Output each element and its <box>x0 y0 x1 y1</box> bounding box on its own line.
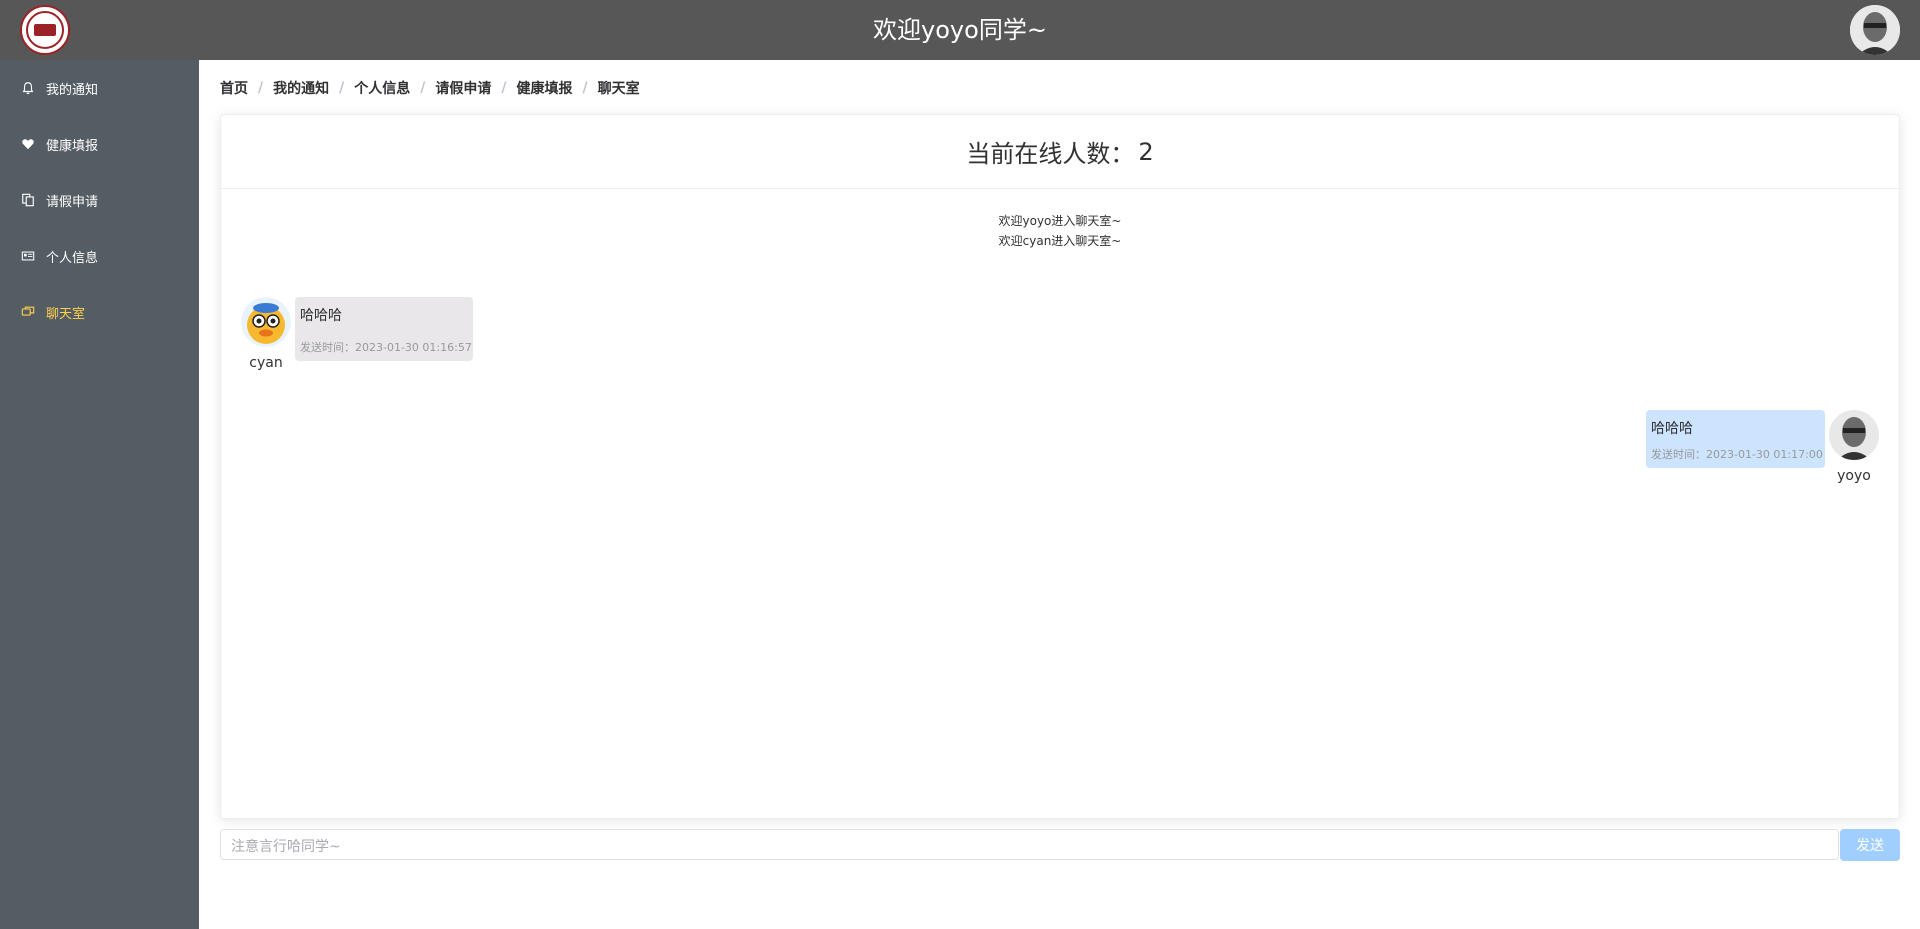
sidebar-item-label: 健康填报 <box>46 138 99 154</box>
breadcrumb-separator: / <box>582 80 588 96</box>
heart-icon <box>20 136 36 152</box>
breadcrumb-item-chatroom: 聊天室 <box>597 81 640 97</box>
message-list[interactable]: 欢迎yoyo进入聊天室~ 欢迎cyan进入聊天室~ cyan 哈哈哈 发送时间：… <box>221 189 1899 819</box>
breadcrumb-item-notifications[interactable]: 我的通知 <box>273 78 329 98</box>
cyan-avatar <box>241 297 291 347</box>
message-bubble: 哈哈哈 发送时间：2023-01-30 01:16:57 <box>295 297 473 361</box>
chat-icon <box>20 304 36 320</box>
message-text: 哈哈哈 <box>1651 421 1693 437</box>
breadcrumb-item-health-report[interactable]: 健康填报 <box>517 78 573 98</box>
send-button[interactable]: 发送 <box>1840 829 1900 861</box>
bell-icon <box>20 80 36 96</box>
chat-panel: 当前在线人数： 2 欢迎yoyo进入聊天室~ 欢迎cyan进入聊天室~ cyan… <box>220 114 1900 819</box>
sender-name: yoyo <box>1837 468 1871 484</box>
sidebar-item-label: 请假申请 <box>46 194 99 210</box>
message-input[interactable] <box>220 829 1839 860</box>
breadcrumb-item-profile[interactable]: 个人信息 <box>354 78 410 98</box>
sidebar-item-label: 我的通知 <box>46 82 99 98</box>
breadcrumb: 首页 / 我的通知 / 个人信息 / 请假申请 / 健康填报 / 聊天室 <box>220 78 640 98</box>
chat-message-cyan: cyan 哈哈哈 发送时间：2023-01-30 01:16:57 <box>241 297 477 371</box>
breadcrumb-item-leave-request[interactable]: 请假申请 <box>435 78 491 98</box>
welcome-title: 欢迎yoyo同学~ <box>873 16 1047 44</box>
message-time: 发送时间：2023-01-30 01:17:00 <box>1651 448 1823 461</box>
sidebar-item-label: 个人信息 <box>46 250 99 266</box>
breadcrumb-item-home[interactable]: 首页 <box>220 78 248 98</box>
user-avatar[interactable] <box>1850 5 1900 55</box>
online-label: 当前在线人数： <box>966 140 1135 168</box>
system-message: 欢迎yoyo进入聊天室~ <box>998 214 1122 228</box>
message-text: 哈哈哈 <box>300 308 342 324</box>
breadcrumb-separator: / <box>420 80 426 96</box>
documents-icon <box>20 192 36 208</box>
sidebar-item-profile[interactable]: 个人信息 <box>0 228 199 284</box>
chat-message-yoyo: yoyo 哈哈哈 发送时间：2023-01-30 01:17:00 <box>1642 410 1879 484</box>
online-count-header: 当前在线人数： 2 <box>221 115 1899 189</box>
sidebar-item-leave-request[interactable]: 请假申请 <box>0 172 199 228</box>
breadcrumb-separator: / <box>339 80 345 96</box>
breadcrumb-separator: / <box>501 80 507 96</box>
top-header: 欢迎yoyo同学~ <box>0 0 1920 60</box>
id-card-icon <box>20 248 36 264</box>
yoyo-avatar <box>1829 410 1879 460</box>
online-count: 2 <box>1138 137 1154 166</box>
sidebar-item-health-report[interactable]: 健康填报 <box>0 116 199 172</box>
sidebar-item-label: 聊天室 <box>46 306 86 322</box>
sender-name: cyan <box>249 355 283 371</box>
sidebar-item-notifications[interactable]: 我的通知 <box>0 60 199 116</box>
message-time: 发送时间：2023-01-30 01:16:57 <box>300 341 472 354</box>
sidebar-menu: 我的通知 健康填报 请假申请 个人信息 聊天室 <box>0 60 199 929</box>
sidebar-item-chatroom[interactable]: 聊天室 <box>0 284 199 340</box>
breadcrumb-separator: / <box>258 80 264 96</box>
message-bubble: 哈哈哈 发送时间：2023-01-30 01:17:00 <box>1646 410 1825 468</box>
system-messages: 欢迎yoyo进入聊天室~ 欢迎cyan进入聊天室~ <box>221 211 1899 251</box>
system-message: 欢迎cyan进入聊天室~ <box>998 234 1122 248</box>
